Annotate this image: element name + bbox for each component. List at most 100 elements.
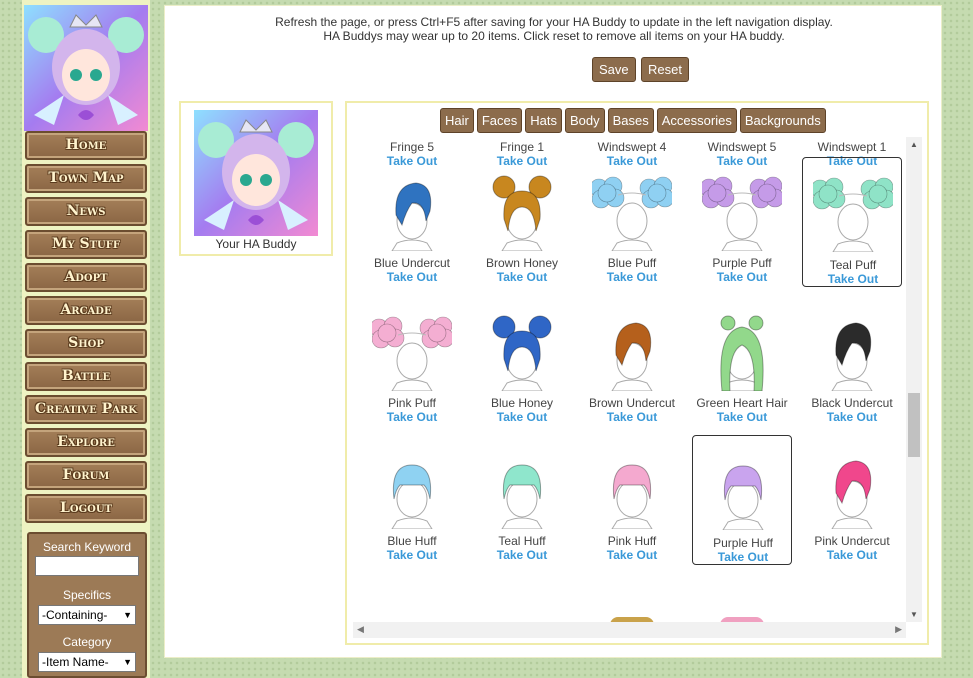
take-out-link[interactable]: Take Out [692,410,792,424]
category-label: Category [62,635,112,649]
left-sidebar: Home Town Map News My Stuff Adopt Arcade Shop B… [22,0,150,678]
tab-faces[interactable]: Faces [476,108,523,133]
closet-item[interactable]: Green Heart Hair Take Out [692,297,792,427]
specifics-value: -Containing- [42,608,108,622]
save-reset-group: Save Reset [592,57,691,82]
closet-item[interactable]: Blue Undercut Take Out [362,157,462,287]
item-name: Pink Puff [388,396,436,410]
vertical-scrollbar[interactable]: ▲ ▼ [906,137,922,622]
nav-my-stuff-button[interactable]: My Stuff [25,230,147,259]
nav-explore-button[interactable]: Explore [25,428,147,457]
closet-item[interactable]: Purple Huff Take Out [692,435,792,565]
scroll-right-icon[interactable]: ▶ [895,624,902,635]
hair-thumbnail-icon [611,322,653,391]
category-tabs: Hair Faces Hats Body Bases Accessories Backgro… [440,108,829,133]
scroll-up-icon[interactable]: ▲ [910,140,918,149]
nav-news-button[interactable]: News [25,197,147,226]
tab-backgrounds[interactable]: Backgrounds [739,108,826,133]
scroll-left-icon[interactable]: ◀ [357,624,364,635]
info-line-1: Refresh the page, or press Ctrl+F5 after… [275,15,833,29]
take-out-link[interactable]: Take Out [582,548,682,562]
chevron-down-icon: ▼ [123,657,132,667]
scrollbar-thumb[interactable] [908,393,920,457]
search-keyword-label: Search Keyword [42,540,132,554]
item-name: Windswept 5 [707,140,777,154]
nav-shop-button[interactable]: Shop [25,329,147,358]
nav-forum-button[interactable]: Forum [25,461,147,490]
main-panel: Refresh the page, or press Ctrl+F5 after… [164,5,942,658]
search-panel: Search Keyword Specifics -Containing- ▼ C… [27,532,147,678]
search-keyword-input[interactable] [35,556,139,576]
take-out-link[interactable]: Take Out [582,410,682,424]
specifics-label: Specifics [62,588,112,602]
take-out-link[interactable]: Take Out [802,410,902,424]
closet-item[interactable]: Brown Undercut Take Out [582,297,682,427]
take-out-link[interactable]: Take Out [692,270,792,284]
ha-buddy-avatar-nav[interactable] [24,5,148,131]
closet-item[interactable]: Blue Puff Take Out [582,157,682,287]
item-name: Fringe 5 [389,140,435,154]
hair-thumbnail-icon [391,182,433,251]
hair-thumbnail-icon [492,315,552,391]
take-out-link[interactable]: Take Out [472,270,572,284]
take-out-link[interactable]: Take Out [803,272,903,286]
hair-thumbnail-icon [611,464,653,529]
nav-logout-button[interactable]: Logout [25,494,147,523]
horizontal-scrollbar[interactable]: ◀ ▶ [353,622,906,638]
info-text: Refresh the page, or press Ctrl+F5 after… [165,15,943,43]
item-name: Pink Huff [607,534,657,548]
take-out-link[interactable]: Take Out [362,410,462,424]
item-name: Teal Huff [498,534,546,548]
take-out-link[interactable]: Take Out [693,550,793,564]
tab-body[interactable]: Body [564,108,605,133]
reset-button[interactable]: Reset [640,57,689,82]
item-name: Blue Huff [387,534,437,548]
closet-item[interactable]: Teal Huff Take Out [472,435,572,565]
take-out-link[interactable]: Take Out [472,548,572,562]
scroll-down-icon[interactable]: ▼ [910,610,918,619]
closet-item[interactable]: Purple Puff Take Out [692,157,792,287]
take-out-link[interactable]: Take Out [362,270,462,284]
nav-battle-button[interactable]: Battle [25,362,147,391]
hair-thumbnail-icon [501,464,543,529]
item-name: Purple Puff [712,256,772,270]
buddy-preview-card: Your HA Buddy [179,101,333,256]
take-out-link[interactable]: Take Out [802,548,902,562]
item-name: Blue Undercut [373,256,451,270]
category-select[interactable]: -Item Name- ▼ [38,652,136,672]
closet-panel: Hair Faces Hats Body Bases Accessories Backgro… [345,101,929,645]
item-name: Windswept 4 [597,140,667,154]
hair-thumbnail-icon [831,322,873,391]
hair-thumbnail-icon [702,176,782,251]
take-out-link[interactable]: Take Out [582,270,682,284]
nav-arcade-button[interactable]: Arcade [25,296,147,325]
item-name: Windswept 1 [817,140,887,154]
item-name: Fringe 1 [499,140,545,154]
nav-adopt-button[interactable]: Adopt [25,263,147,292]
tab-accessories[interactable]: Accessories [656,108,737,133]
specifics-select[interactable]: -Containing- ▼ [38,605,136,625]
item-name: Blue Honey [490,396,554,410]
closet-item[interactable]: Brown Honey Take Out [472,157,572,287]
item-name: Teal Puff [829,258,877,272]
tab-bases[interactable]: Bases [607,108,654,133]
hair-thumbnail-icon [391,464,433,529]
nav-creative-park-button[interactable]: Creative Park [25,395,147,424]
tab-hats[interactable]: Hats [525,108,562,133]
closet-item[interactable]: Blue Honey Take Out [472,297,572,427]
take-out-link[interactable]: Take Out [472,410,572,424]
closet-item[interactable]: Blue Huff Take Out [362,435,462,565]
closet-item[interactable]: Pink Puff Take Out [362,297,462,427]
tab-hair[interactable]: Hair [440,108,474,133]
hair-thumbnail-icon [592,176,672,251]
nav-home-button[interactable]: Home [25,131,147,160]
closet-item[interactable]: Teal Puff Take Out [802,157,902,287]
closet-item[interactable]: Black Undercut Take Out [802,297,902,427]
closet-item[interactable]: Pink Undercut Take Out [802,435,902,565]
save-button[interactable]: Save [592,57,636,82]
item-name: Blue Puff [607,256,657,270]
take-out-link[interactable]: Take Out [362,548,462,562]
hair-thumbnail-icon [492,175,552,251]
nav-town-map-button[interactable]: Town Map [25,164,147,193]
closet-item[interactable]: Pink Huff Take Out [582,435,682,565]
